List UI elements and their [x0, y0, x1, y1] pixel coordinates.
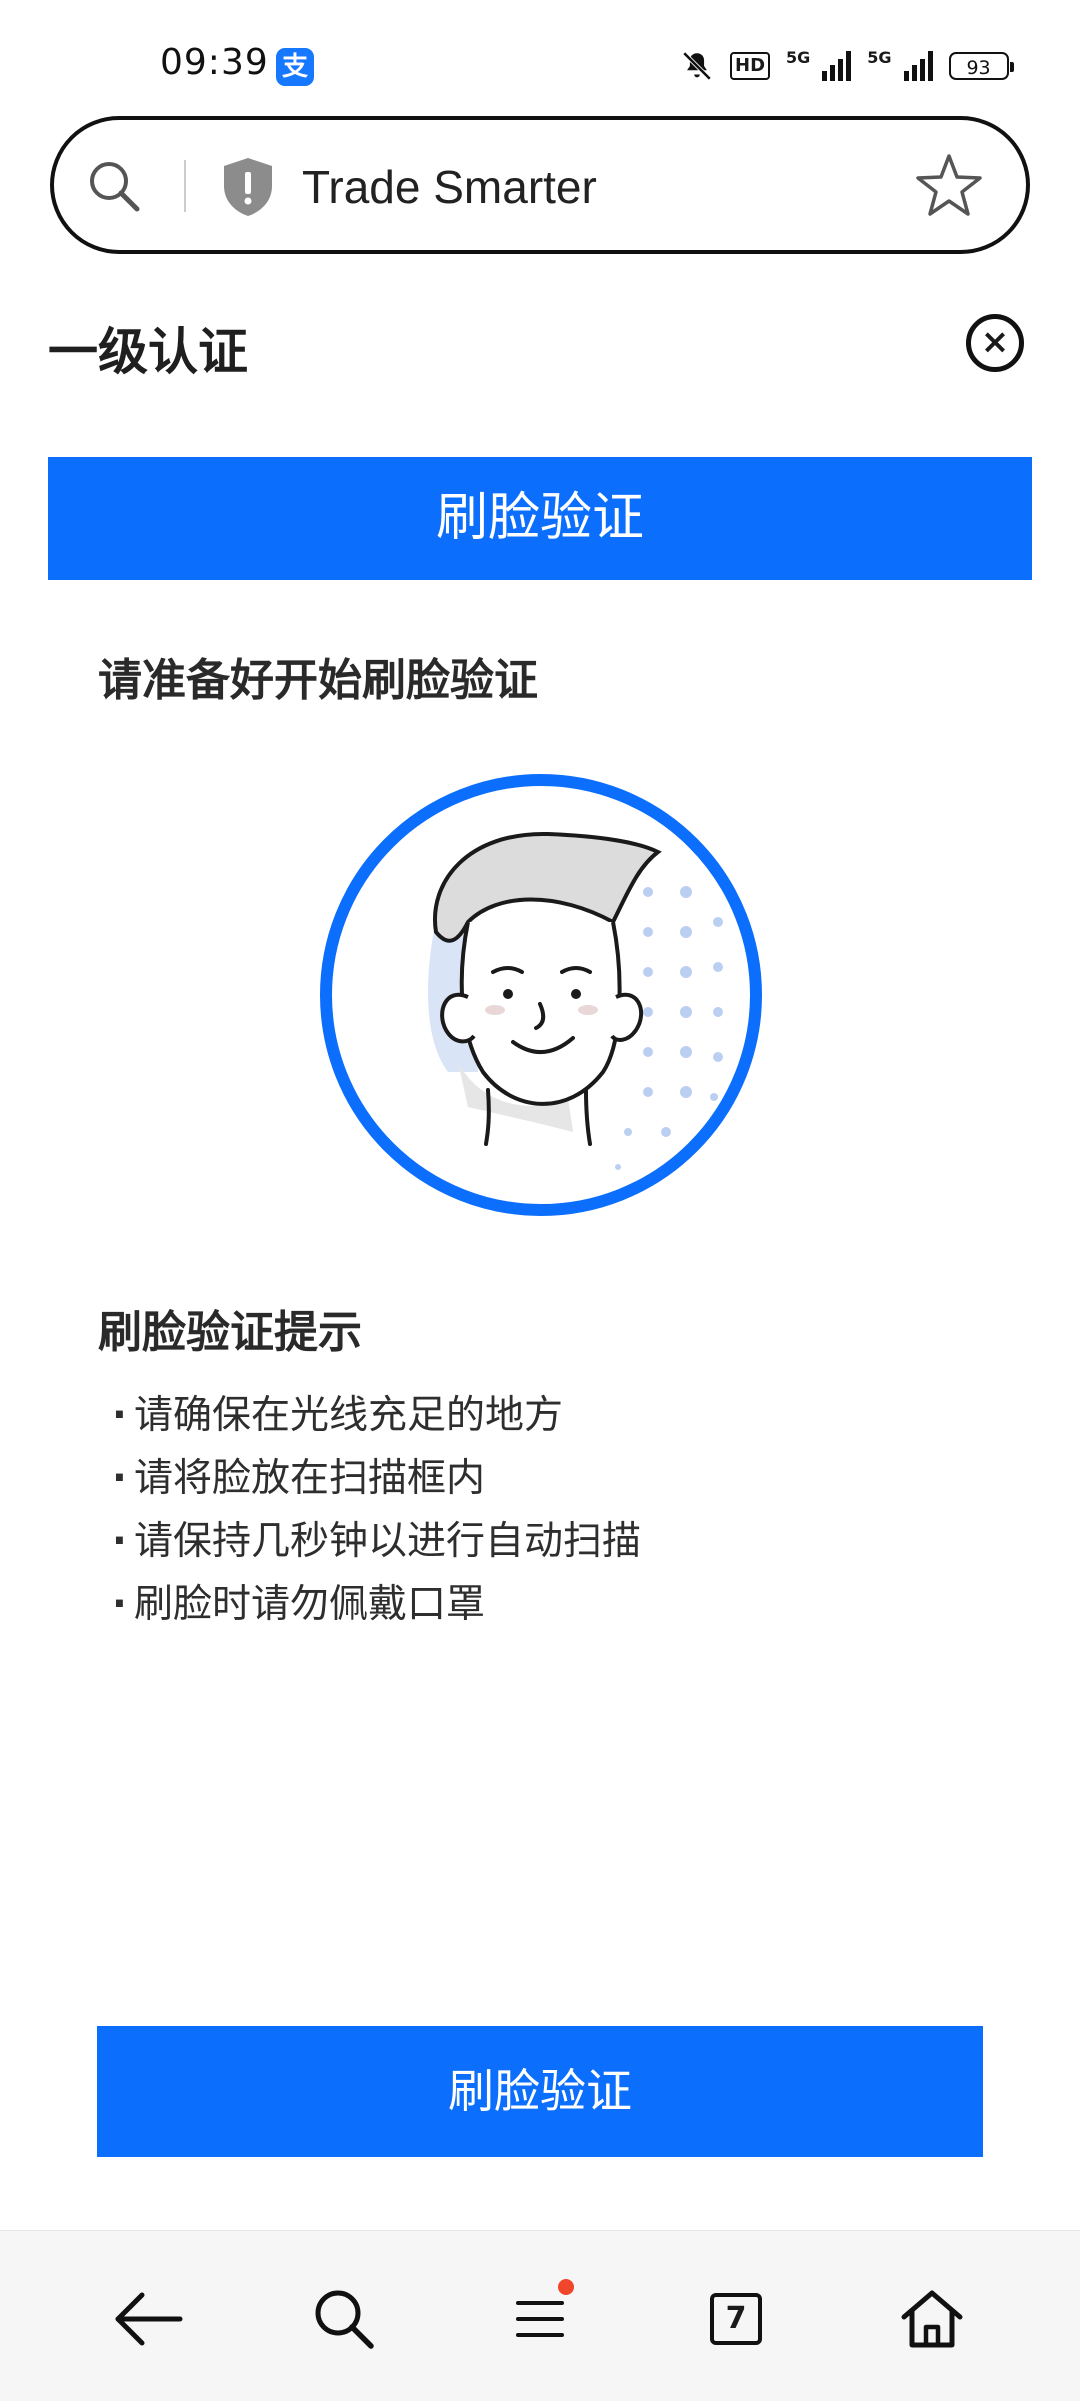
network-5g-label-2: 5G [867, 48, 892, 67]
network-5g-label: 5G [786, 48, 811, 67]
battery-indicator: 93 [948, 52, 1014, 80]
mute-bell-icon [682, 51, 712, 81]
status-bar: 09:39 支 HD 5G 5G 93 [0, 0, 1080, 110]
menu-button[interactable] [500, 2279, 580, 2359]
alipay-icon: 支 [276, 48, 314, 86]
back-button[interactable] [108, 2279, 188, 2359]
home-icon [901, 2290, 963, 2348]
back-arrow-icon [115, 2292, 183, 2346]
ready-heading: 请准备好开始刷脸验证 [98, 655, 538, 706]
hd-badge: HD [730, 52, 771, 80]
home-button[interactable] [892, 2279, 972, 2359]
shield-icon[interactable] [220, 156, 276, 218]
close-button[interactable]: × [966, 314, 1024, 372]
signal-icon [822, 51, 852, 81]
tip-item: · 请确保在光线充足的地方 [112, 1393, 564, 1438]
close-icon: × [980, 322, 1010, 362]
tabs-button[interactable]: 7 [696, 2279, 776, 2359]
tip-item: · 刷脸时请勿佩戴口罩 [112, 1582, 486, 1627]
signal-icon-2 [903, 51, 933, 81]
site-title[interactable]: Trade Smarter [302, 160, 597, 214]
tip-item: · 请将脸放在扫描框内 [112, 1456, 486, 1501]
search-icon[interactable] [84, 156, 144, 216]
tip-text: 请确保在光线充足的地方 [134, 1393, 564, 1438]
face-verify-banner: 刷脸验证 [48, 457, 1032, 580]
status-time: 09:39 [160, 42, 269, 83]
face-verify-button[interactable]: 刷脸验证 [97, 2026, 983, 2157]
search-button[interactable] [304, 2279, 384, 2359]
tip-text: 刷脸时请勿佩戴口罩 [134, 1582, 486, 1627]
notification-dot [558, 2279, 574, 2295]
tip-item: · 请保持几秒钟以进行自动扫描 [112, 1519, 642, 1564]
browser-bottom-nav: 7 [0, 2230, 1080, 2401]
face-illustration [320, 774, 762, 1216]
address-divider [184, 160, 186, 212]
tip-text: 请将脸放在扫描框内 [134, 1456, 486, 1501]
address-bar[interactable]: Trade Smarter [50, 116, 1030, 254]
tips-list: · 请确保在光线充足的地方 · 请将脸放在扫描框内 · 请保持几秒钟以进行自动扫描 ·… [112, 1384, 641, 1636]
page-title: 一级认证 [48, 323, 248, 381]
status-icons: HD 5G 5G 93 [680, 44, 1014, 88]
tips-title: 刷脸验证提示 [98, 1307, 362, 1358]
tab-count: 7 [710, 2293, 762, 2345]
bookmark-star-icon[interactable] [914, 150, 984, 220]
tip-text: 请保持几秒钟以进行自动扫描 [134, 1519, 642, 1564]
menu-icon [516, 2301, 564, 2337]
search-icon [315, 2290, 374, 2349]
